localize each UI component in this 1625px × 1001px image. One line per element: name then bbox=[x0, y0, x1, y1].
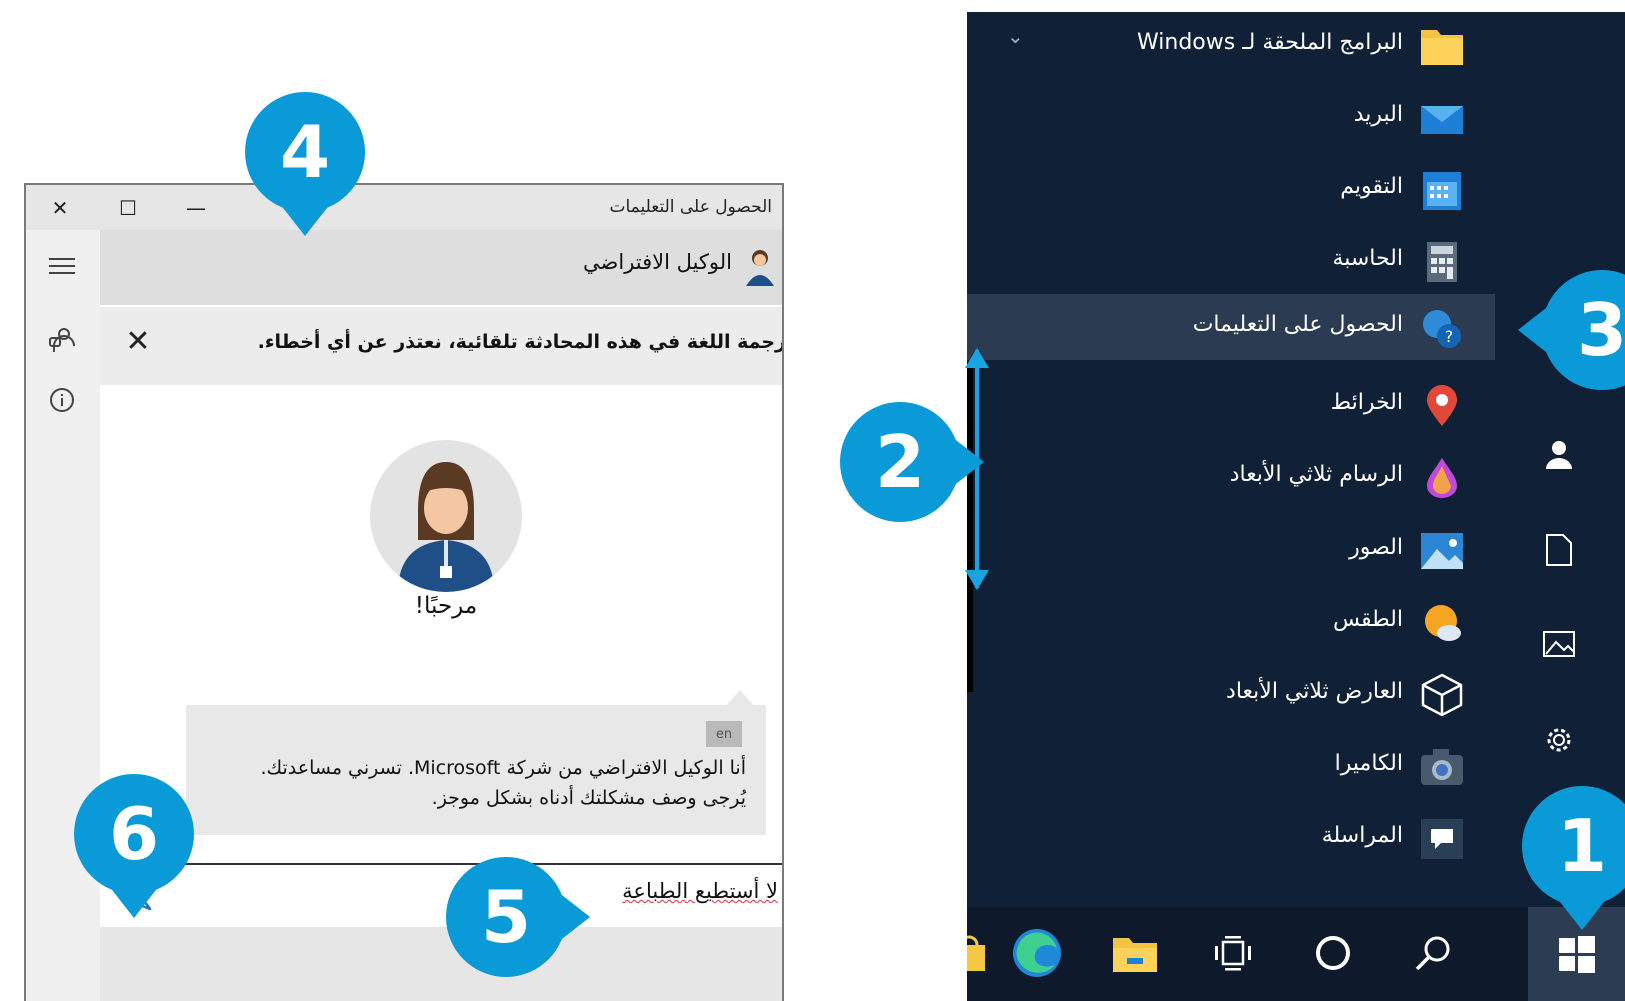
info-icon[interactable] bbox=[44, 382, 80, 418]
minimize-button[interactable]: — bbox=[166, 185, 226, 230]
file-explorer-icon[interactable] bbox=[1105, 923, 1165, 983]
app-get-help[interactable]: الحصول على التعليمات ? bbox=[967, 294, 1495, 360]
title-bar[interactable]: ✕ ☐ — الحصول على التعليمات bbox=[26, 185, 782, 230]
notice-text: رجمة اللغة في هذه المحادثة تلقائية، نعتذ… bbox=[257, 331, 784, 353]
agent-header: الوكيل الافتراضي bbox=[100, 230, 782, 305]
window-title: الحصول على التعليمات bbox=[609, 197, 772, 217]
app-mail[interactable]: البريد bbox=[967, 84, 1495, 150]
app-label: الخرائط bbox=[1330, 390, 1403, 415]
agent-name: الوكيل الافتراضي bbox=[583, 250, 732, 274]
app-label: الحصول على التعليمات bbox=[1192, 312, 1403, 337]
close-icon: ✕ bbox=[51, 195, 69, 220]
callout-6: 6 bbox=[72, 772, 196, 918]
notice-close-button[interactable]: ✕ bbox=[118, 321, 158, 361]
app-paint3d[interactable]: الرسام ثلاثي الأبعاد bbox=[967, 444, 1495, 510]
paint3d-icon bbox=[1427, 458, 1457, 498]
callout-number: 2 bbox=[874, 420, 926, 504]
edge-icon[interactable] bbox=[1007, 923, 1067, 983]
app-calendar[interactable]: التقويم bbox=[967, 156, 1495, 222]
welcome-text: مرحبًا! bbox=[414, 593, 478, 619]
app-weather[interactable]: الطقس bbox=[967, 589, 1495, 655]
callout-number: 5 bbox=[480, 875, 532, 959]
bubble-tail bbox=[726, 690, 754, 706]
calculator-icon bbox=[1427, 242, 1457, 282]
callout-5: 5 bbox=[444, 855, 590, 979]
store-icon[interactable] bbox=[967, 923, 999, 983]
callout-number: 1 bbox=[1556, 804, 1608, 888]
calendar-icon bbox=[1423, 172, 1461, 210]
close-icon: ✕ bbox=[125, 323, 151, 359]
app-label: الرسام ثلاثي الأبعاد bbox=[1229, 462, 1403, 487]
callout-number: 6 bbox=[108, 792, 160, 876]
messaging-icon bbox=[1421, 819, 1463, 859]
language-tag: en bbox=[706, 721, 742, 747]
maximize-icon: ☐ bbox=[119, 195, 137, 220]
task-view-icon[interactable] bbox=[1203, 923, 1263, 983]
app-maps[interactable]: الخرائط bbox=[967, 372, 1495, 438]
svg-text:?: ? bbox=[1445, 327, 1454, 346]
callout-3: 3 bbox=[1518, 268, 1625, 392]
app-label: البرامج الملحقة لـ Windows bbox=[1137, 30, 1403, 55]
minimize-icon: — bbox=[186, 195, 206, 220]
callout-2: 2 bbox=[838, 400, 984, 524]
documents-icon[interactable] bbox=[1537, 528, 1581, 572]
get-help-icon: ? bbox=[1423, 310, 1461, 348]
app-calculator[interactable]: الحاسبة bbox=[967, 228, 1495, 294]
message-line-2: يُرجى وصف مشكلتك أدناه بشكل موجز. bbox=[431, 787, 746, 809]
camera-icon bbox=[1421, 749, 1463, 785]
app-messaging[interactable]: المراسلة bbox=[967, 805, 1495, 871]
user-icon[interactable] bbox=[1537, 432, 1581, 476]
translation-notice: رجمة اللغة في هذه المحادثة تلقائية، نعتذ… bbox=[100, 307, 784, 385]
mail-icon bbox=[1421, 106, 1463, 134]
settings-icon[interactable] bbox=[1537, 718, 1581, 762]
windows-icon bbox=[1558, 936, 1595, 973]
close-button[interactable]: ✕ bbox=[30, 185, 90, 230]
app-label: البريد bbox=[1353, 102, 1403, 127]
maps-icon bbox=[1427, 385, 1457, 426]
message-input-bar: لا أستطيع الطباعة bbox=[100, 863, 782, 927]
app-label: المراسلة bbox=[1321, 823, 1403, 848]
window-footer bbox=[100, 927, 782, 1001]
3d-viewer-icon bbox=[1421, 673, 1463, 717]
callout-1: 1 bbox=[1520, 784, 1625, 930]
pictures-icon[interactable] bbox=[1537, 622, 1581, 666]
app-photos[interactable]: الصور bbox=[967, 517, 1495, 583]
agent-message-bubble: en أنا الوكيل الافتراضي من شركة Microsof… bbox=[186, 705, 766, 835]
photos-icon bbox=[1421, 533, 1463, 569]
app-label: العارض ثلاثي الأبعاد bbox=[1226, 679, 1403, 704]
cortana-icon[interactable] bbox=[1303, 923, 1363, 983]
app-label: الكاميرا bbox=[1334, 751, 1403, 776]
search-icon[interactable] bbox=[1403, 923, 1463, 983]
menu-icon[interactable] bbox=[44, 248, 80, 284]
app-camera[interactable]: الكاميرا bbox=[967, 733, 1495, 799]
maximize-button[interactable]: ☐ bbox=[98, 185, 158, 230]
message-line-1: أنا الوكيل الافتراضي من شركة Microsoft. … bbox=[260, 757, 746, 779]
callout-number: 3 bbox=[1576, 288, 1625, 372]
message-input[interactable]: لا أستطيع الطباعة bbox=[622, 879, 778, 903]
app-3d-viewer[interactable]: العارض ثلاثي الأبعاد bbox=[967, 661, 1495, 727]
app-label: الصور bbox=[1349, 535, 1403, 560]
app-label: الحاسبة bbox=[1332, 246, 1403, 271]
folder-icon bbox=[1421, 30, 1463, 65]
agent-avatar bbox=[746, 250, 774, 286]
agent-avatar-large bbox=[370, 440, 522, 592]
app-label: التقويم bbox=[1340, 174, 1403, 199]
app-accessories[interactable]: البرامج الملحقة لـ Windows bbox=[967, 12, 1495, 78]
callout-number: 4 bbox=[279, 110, 331, 194]
contact-agent-icon[interactable] bbox=[44, 322, 80, 358]
callout-4: 4 bbox=[243, 90, 367, 236]
weather-icon bbox=[1425, 605, 1461, 641]
app-label: الطقس bbox=[1332, 607, 1403, 632]
